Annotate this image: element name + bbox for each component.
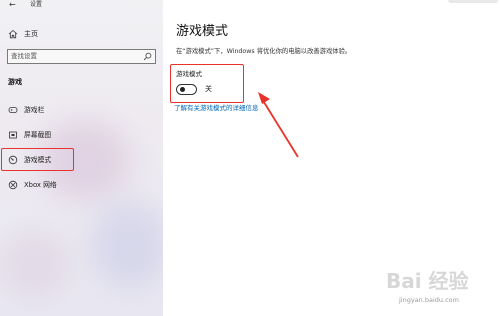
sidebar-item-label: Xbox 网络	[24, 181, 57, 189]
back-arrow-icon[interactable]: ←	[9, 0, 16, 10]
search-input[interactable]: 查找设置	[7, 49, 156, 64]
toggle-label: 游戏模式	[176, 70, 202, 78]
title-bar: ← 设置	[0, 0, 163, 12]
nav-home[interactable]: 主页	[0, 26, 163, 42]
acrylic-blob	[90, 200, 163, 290]
page-title: 游戏模式	[176, 24, 229, 39]
toggle-state-label: 关	[205, 85, 212, 93]
xbox-icon	[8, 180, 18, 190]
search-icon	[143, 52, 152, 61]
sidebar-item-game-bar[interactable]: 游戏栏	[0, 101, 163, 119]
search-placeholder: 查找设置	[11, 52, 37, 60]
sidebar-item-label: 屏幕截图	[24, 131, 52, 139]
game-bar-icon	[8, 107, 18, 113]
nav-home-label: 主页	[24, 30, 38, 38]
watermark-text: Bai 经验	[386, 269, 469, 293]
annotation-arrow-icon	[258, 92, 299, 158]
sidebar-item-xbox[interactable]: Xbox 网络	[0, 176, 163, 194]
watermark-url: jingyan.baidu.com	[399, 296, 459, 304]
acrylic-blob	[0, 230, 70, 300]
window-controls[interactable]	[448, 0, 498, 3]
selection-highlight-box	[1, 148, 74, 171]
capture-icon	[9, 131, 17, 139]
section-title: 游戏	[8, 78, 22, 86]
toggle-knob	[180, 87, 185, 93]
home-icon	[8, 29, 18, 39]
sidebar-item-label: 游戏栏	[24, 106, 45, 114]
window-title: 设置	[30, 1, 43, 8]
page-description: 在“游戏模式”下，Windows 将优化你的电脑以改善游戏体验。	[176, 48, 352, 55]
game-mode-toggle[interactable]	[176, 84, 197, 95]
sidebar-item-captures[interactable]: 屏幕截图	[0, 126, 163, 144]
